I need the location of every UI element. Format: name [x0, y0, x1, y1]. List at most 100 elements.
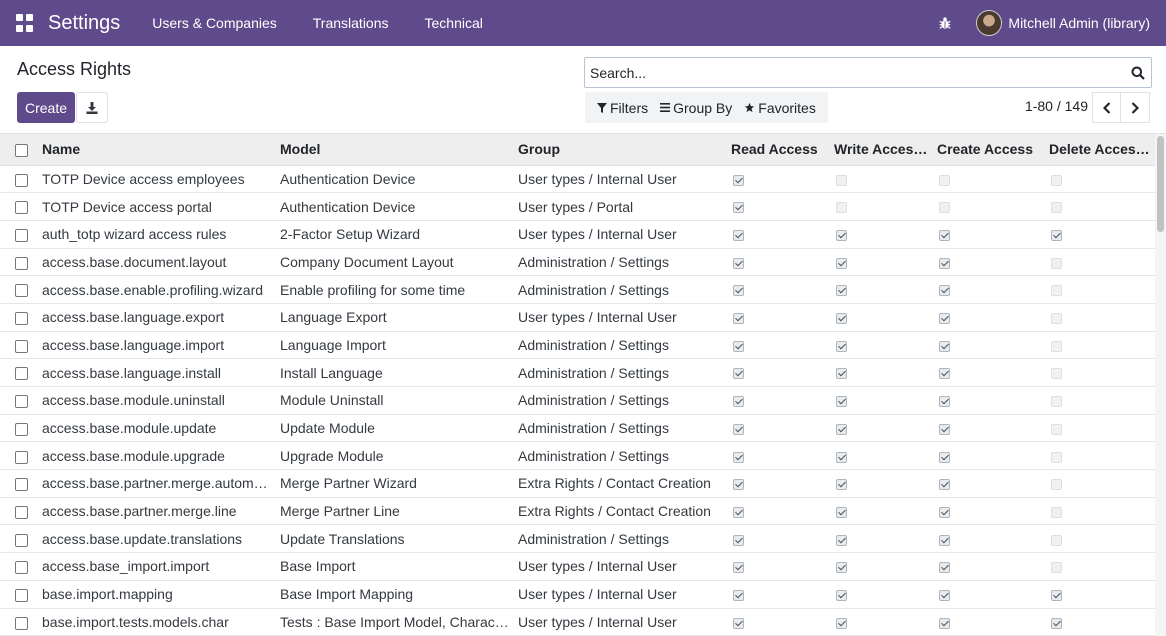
filter-icon	[597, 102, 607, 113]
delete-access-cell	[1045, 220, 1155, 248]
cell-name: access.base.module.upgrade	[42, 447, 225, 464]
row-checkbox[interactable]	[14, 422, 28, 436]
read-access-cell	[727, 248, 830, 276]
table-row[interactable]: base.import.mapping Base Import Mapping Us…	[0, 580, 1155, 608]
row-checkbox[interactable]	[14, 616, 28, 630]
header-delete-access[interactable]: Delete Access...	[1045, 134, 1155, 166]
row-checkbox[interactable]	[14, 312, 28, 326]
cell-name: base.import.mapping	[42, 586, 173, 603]
filters-button[interactable]: Filters	[597, 100, 648, 116]
app-brand[interactable]: Settings	[48, 12, 120, 35]
user-menu[interactable]: Mitchell Admin (library)	[1008, 15, 1150, 31]
table-row[interactable]: access.base.update.translations Update Tr…	[0, 525, 1155, 553]
write-access-checkbox	[836, 368, 847, 380]
create-access-checkbox	[939, 313, 950, 325]
delete-access-cell	[1045, 387, 1155, 415]
pager-buttons	[1092, 92, 1150, 123]
search-icon[interactable]	[1131, 66, 1145, 80]
read-access-cell	[727, 331, 830, 359]
header-name[interactable]: Name	[38, 134, 276, 166]
cell-model: Update Translations	[280, 530, 405, 547]
table-row[interactable]: access.base.document.layout Company Docum…	[0, 248, 1155, 276]
top-navbar: Settings Users & Companies Translations …	[0, 0, 1166, 46]
scrollbar-thumb[interactable]	[1157, 136, 1164, 232]
row-select-cell	[0, 608, 38, 636]
write-access-cell	[830, 165, 933, 193]
row-checkbox[interactable]	[14, 229, 28, 243]
delete-access-cell	[1045, 359, 1155, 387]
row-select-cell	[0, 165, 38, 193]
write-access-cell	[830, 442, 933, 470]
row-checkbox[interactable]	[14, 339, 28, 353]
row-checkbox[interactable]	[14, 588, 28, 602]
select-all-checkbox[interactable]	[14, 144, 28, 158]
row-select-cell	[0, 470, 38, 498]
table-row[interactable]: access.base.language.export Language Expo…	[0, 303, 1155, 332]
header-write-access[interactable]: Write Access...	[830, 134, 933, 166]
row-checkbox[interactable]	[14, 395, 28, 409]
write-access-checkbox	[836, 479, 847, 491]
write-access-cell	[830, 553, 933, 581]
table-row[interactable]: access.base.module.uninstall Module Unins…	[0, 387, 1155, 415]
row-checkbox[interactable]	[14, 256, 28, 270]
menu-translations[interactable]: Translations	[313, 15, 389, 31]
row-select-cell	[0, 193, 38, 221]
cell-group: Administration / Settings	[518, 530, 669, 547]
create-button[interactable]: Create	[17, 92, 75, 123]
chevron-right-icon	[1131, 101, 1139, 114]
row-checkbox[interactable]	[14, 201, 28, 215]
row-checkbox[interactable]	[14, 367, 28, 381]
row-checkbox[interactable]	[14, 505, 28, 519]
row-checkbox[interactable]	[14, 284, 28, 298]
row-checkbox[interactable]	[14, 173, 28, 187]
write-access-checkbox	[836, 313, 847, 325]
vertical-scrollbar[interactable]	[1155, 134, 1166, 636]
row-checkbox[interactable]	[14, 533, 28, 547]
write-access-checkbox	[836, 617, 847, 629]
create-access-checkbox	[939, 202, 950, 214]
table-row[interactable]: access.base.module.upgrade Upgrade Module…	[0, 442, 1155, 470]
menu-technical[interactable]: Technical	[425, 15, 483, 31]
pager-next-button[interactable]	[1121, 92, 1150, 123]
row-select-cell	[0, 580, 38, 608]
table-row[interactable]: access.base.language.import Language Impo…	[0, 331, 1155, 359]
read-access-checkbox	[733, 451, 744, 463]
table-row[interactable]: TOTP Device access portal Authentication …	[0, 193, 1155, 221]
create-access-cell	[933, 165, 1045, 193]
create-access-checkbox	[939, 423, 950, 435]
write-access-cell	[830, 193, 933, 221]
table-row[interactable]: access.base_import.import Base Import User…	[0, 553, 1155, 581]
delete-access-checkbox	[1051, 479, 1062, 491]
row-checkbox[interactable]	[14, 478, 28, 492]
bug-icon[interactable]	[938, 16, 952, 30]
write-access-checkbox	[836, 451, 847, 463]
header-read-access[interactable]: Read Access	[727, 134, 830, 166]
header-group[interactable]: Group	[514, 134, 727, 166]
create-access-checkbox	[939, 230, 950, 242]
pager-value[interactable]: 1-80 / 149	[1025, 98, 1088, 114]
groupby-button[interactable]: Group By	[660, 100, 732, 116]
cell-group: Extra Rights / Contact Creation	[518, 503, 711, 520]
row-checkbox[interactable]	[14, 450, 28, 464]
apps-menu-icon[interactable]	[16, 14, 34, 32]
table-row[interactable]: base.import.tests.models.char Tests : Bas…	[0, 608, 1155, 636]
table-row[interactable]: access.base.partner.merge.line Merge Part…	[0, 497, 1155, 525]
header-create-access[interactable]: Create Access	[933, 134, 1045, 166]
table-row[interactable]: access.base.enable.profiling.wizard Enabl…	[0, 276, 1155, 304]
user-avatar[interactable]	[976, 10, 1003, 36]
table-row[interactable]: access.base.module.update Update Module Ad…	[0, 414, 1155, 442]
menu-users-companies[interactable]: Users & Companies	[152, 15, 277, 31]
delete-access-checkbox	[1051, 506, 1062, 518]
pager-previous-button[interactable]	[1092, 92, 1121, 123]
header-model[interactable]: Model	[276, 134, 514, 166]
table-row[interactable]: access.base.language.install Install Lang…	[0, 359, 1155, 387]
download-button[interactable]	[76, 92, 108, 123]
table-row[interactable]: auth_totp wizard access rules 2-Factor Se…	[0, 220, 1155, 249]
row-checkbox[interactable]	[14, 561, 28, 575]
create-access-checkbox	[939, 534, 950, 546]
create-access-cell	[933, 303, 1045, 331]
table-row[interactable]: TOTP Device access employees Authenticati…	[0, 165, 1155, 193]
table-row[interactable]: access.base.partner.merge.automatic... Me…	[0, 470, 1155, 498]
search-input[interactable]	[585, 64, 1125, 81]
favorites-button[interactable]: Favorites	[744, 100, 816, 116]
